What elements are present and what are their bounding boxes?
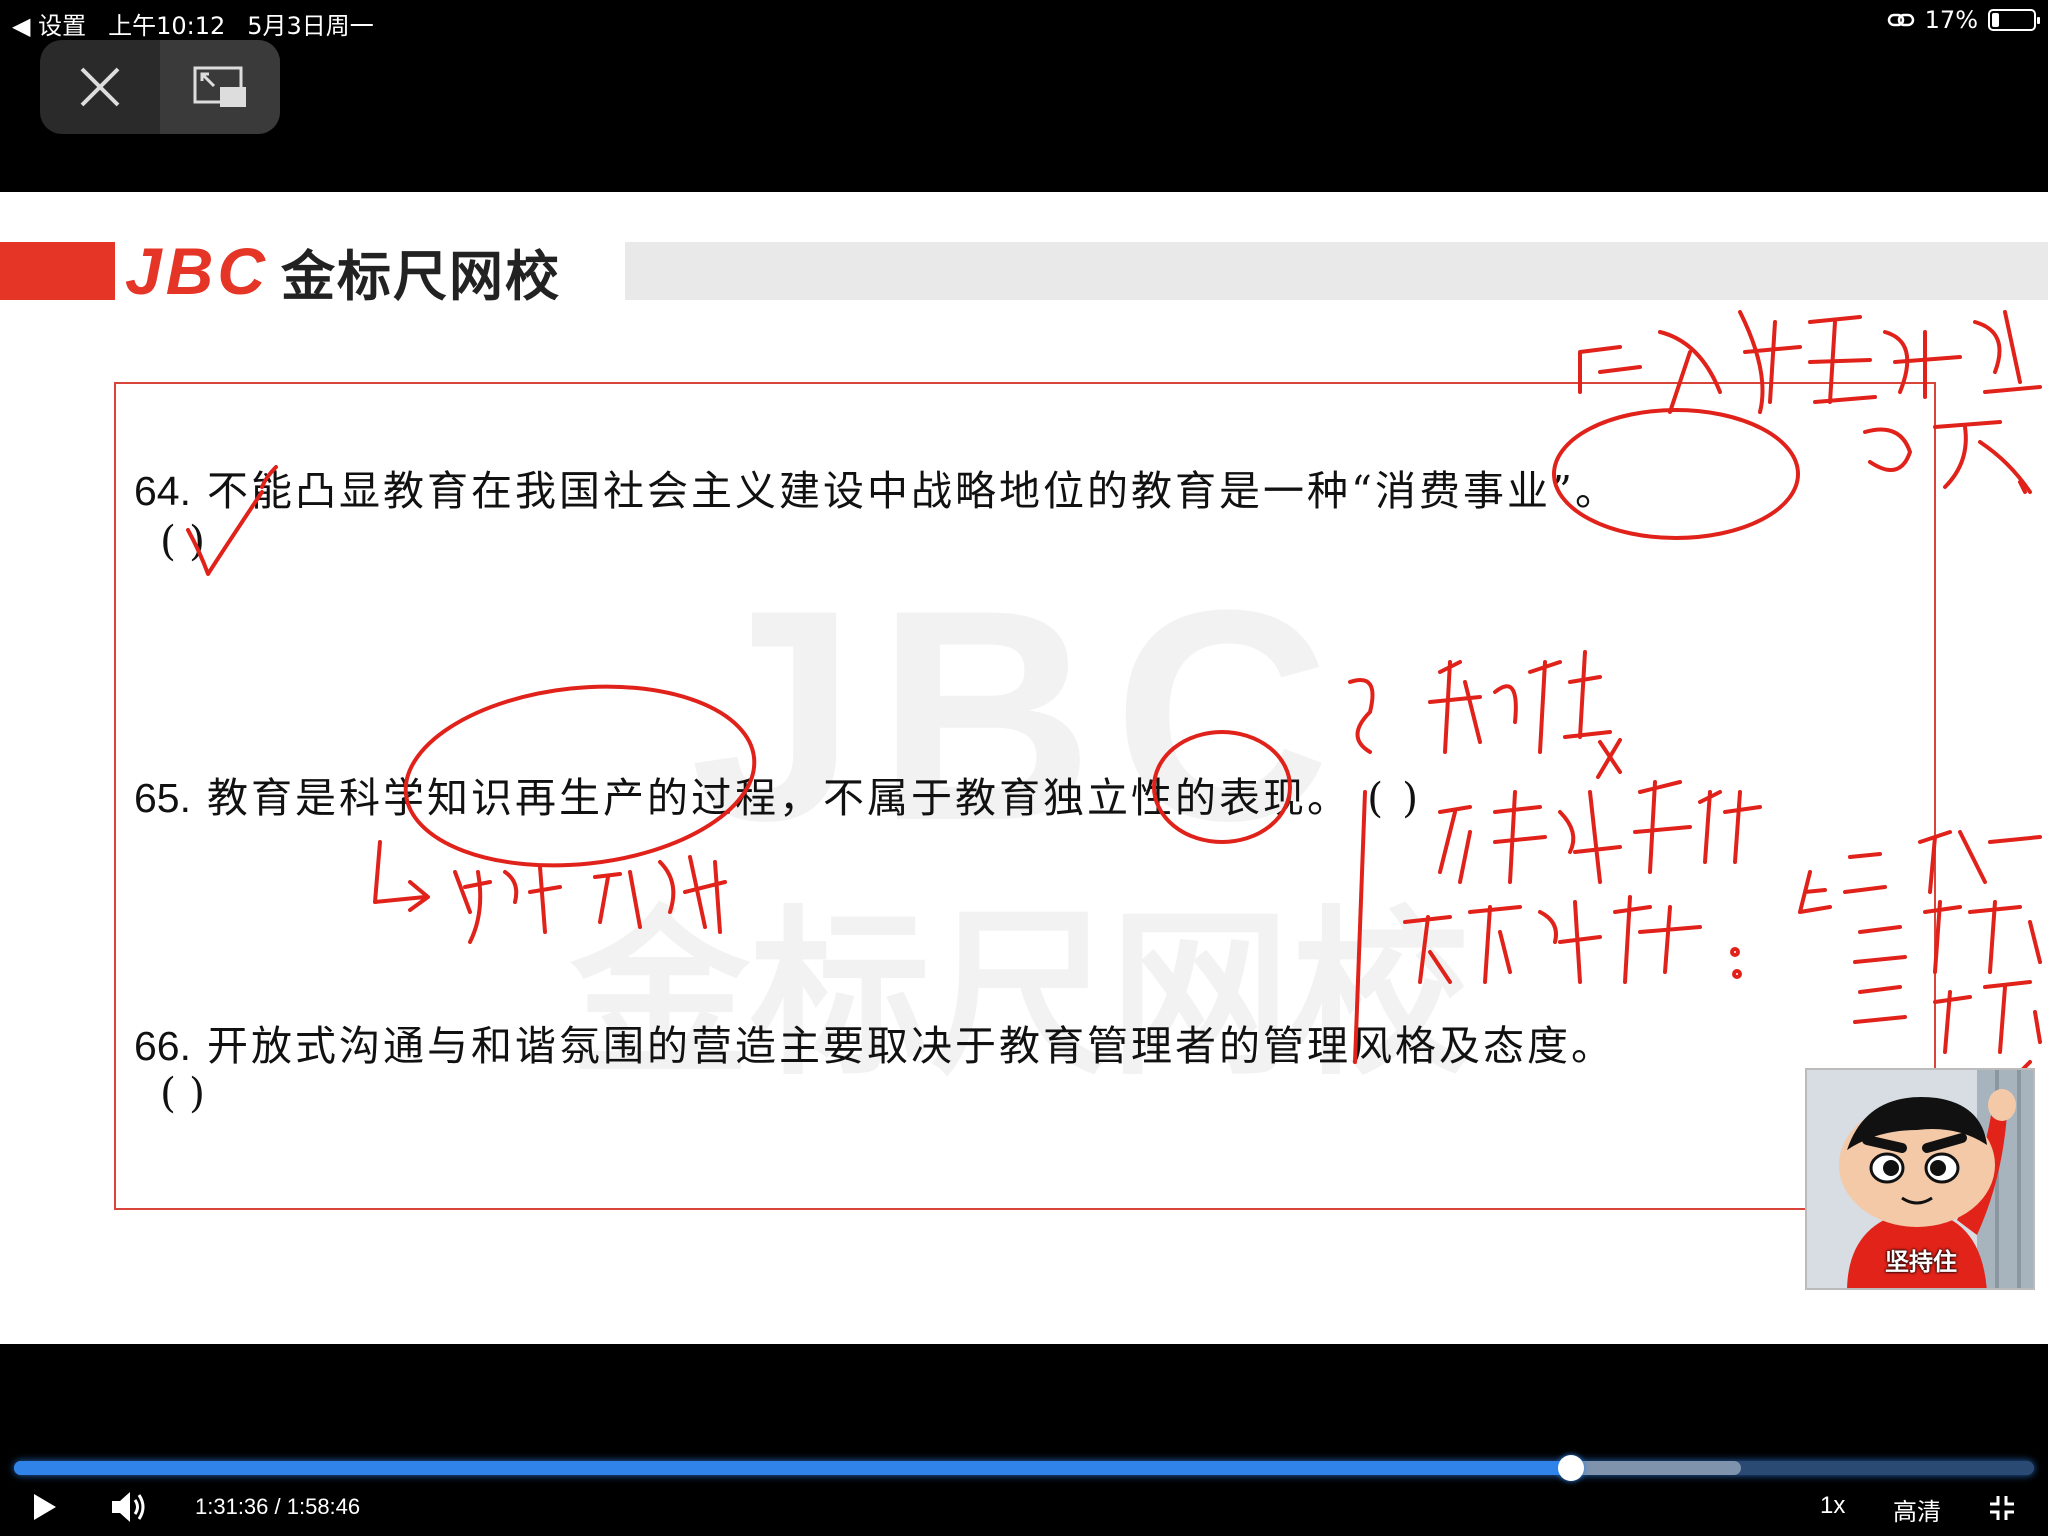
close-button[interactable] <box>40 40 160 134</box>
back-to-settings-link[interactable]: ◀ 设置 <box>12 6 86 41</box>
player-top-controls <box>40 40 280 134</box>
player-controls: 1:31:36 / 1:58:46 1x 高清 <box>0 1480 2048 1536</box>
sticker-caption: 坚持住 <box>1885 1248 1957 1276</box>
status-date: 5月3日周一 <box>247 12 374 40</box>
volume-button[interactable] <box>110 1490 148 1530</box>
battery-icon <box>1988 9 2040 31</box>
picture-in-picture-icon <box>193 66 246 107</box>
battery-percent: 17% <box>1924 6 1978 34</box>
playback-speed-button[interactable]: 1x <box>1820 1492 1845 1520</box>
time-display: 1:31:36 / 1:58:46 <box>195 1494 361 1519</box>
progress-played <box>14 1461 1572 1475</box>
exit-fullscreen-button[interactable] <box>1988 1494 2016 1528</box>
picture-in-picture-button[interactable] <box>160 40 280 134</box>
status-bar: ◀ 设置 上午10:12 5月3日周一 17% <box>0 0 2048 40</box>
play-icon <box>34 1494 56 1520</box>
volume-icon <box>112 1492 145 1522</box>
play-button[interactable] <box>30 1492 58 1528</box>
cartoon-sticker: 坚持住 <box>1805 1068 2035 1290</box>
link-icon <box>1887 13 1914 27</box>
handwritten-annotations <box>186 310 2042 1074</box>
close-icon <box>80 67 120 107</box>
progress-knob[interactable] <box>1558 1455 1585 1481</box>
progress-slider[interactable] <box>14 1455 2034 1481</box>
video-frame[interactable]: JBC 金标尺网校 JBC 金标尺网校 64. 不能凸显教育在我国社会主义建设中… <box>0 192 2048 1344</box>
checkmark-annotation <box>186 490 264 576</box>
exit-fullscreen-icon <box>1990 1496 2014 1520</box>
quality-button[interactable]: 高清 <box>1893 1492 1941 1527</box>
circle-annotation <box>1552 408 1800 540</box>
status-time: 上午10:12 <box>108 12 226 40</box>
